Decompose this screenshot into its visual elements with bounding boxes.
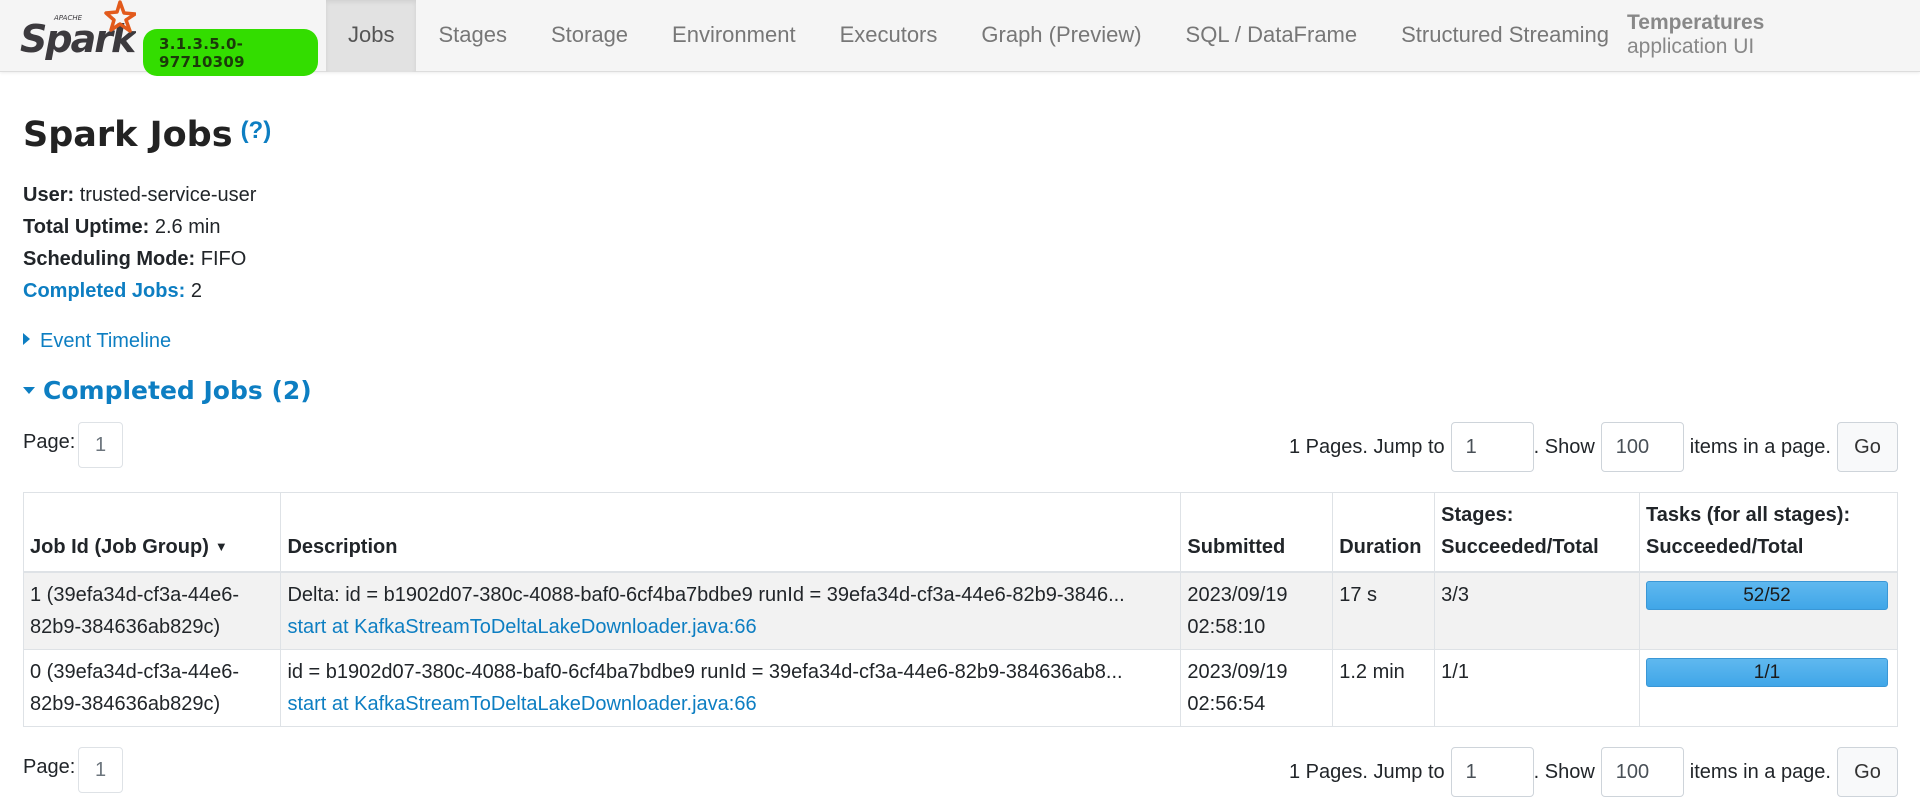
tab-storage[interactable]: Storage	[529, 0, 650, 72]
spark-logo-icon[interactable]: APACHE Spark	[18, 0, 136, 62]
tab-sql-dataframe[interactable]: SQL / DataFrame	[1164, 0, 1380, 72]
sort-desc-icon: ▼	[214, 539, 228, 554]
header-stages[interactable]: Stages: Succeeded/Total	[1434, 492, 1640, 573]
summary-scheduling-mode: Scheduling Mode: FIFO	[23, 248, 247, 270]
pager-bottom: Page: 1 1 Pages. Jump to 1 . Show 100 it…	[23, 747, 1898, 797]
jump-to-page-input[interactable]: 1	[1450, 747, 1534, 797]
app-subtitle: application UI	[1627, 35, 1755, 58]
help-link[interactable]: (?)	[241, 117, 272, 144]
page-size-input[interactable]: 100	[1600, 422, 1684, 472]
cell-submitted: 2023/09/19 02:58:10	[1180, 571, 1334, 650]
pages-text: 1 Pages. Jump to	[1288, 435, 1445, 458]
summary-completed-jobs: Completed Jobs: 2	[23, 280, 202, 302]
cell-tasks: 1/1	[1638, 648, 1899, 727]
cell-job-id: 1 (39efa34d-cf3a-44e6-82b9-384636ab829c)	[22, 571, 282, 650]
show-text: . Show	[1533, 435, 1595, 458]
top-navbar: APACHE Spark 3.1.3.5.0-97710309 Jobs Sta…	[0, 0, 1920, 76]
spark-brand[interactable]: APACHE Spark 3.1.3.5.0-97710309	[18, 0, 318, 76]
tab-structured-streaming[interactable]: Structured Streaming	[1379, 0, 1631, 72]
page-title: Spark Jobs	[23, 115, 233, 155]
summary-user: User: trusted-service-user	[23, 184, 257, 206]
page-number-button[interactable]: 1	[78, 747, 123, 793]
cell-submitted: 2023/09/19 02:56:54	[1180, 648, 1334, 727]
table-row: 1 (39efa34d-cf3a-44e6-82b9-384636ab829c)…	[22, 571, 1899, 650]
job-detail-link[interactable]: start at KafkaStreamToDeltaLakeDownloade…	[287, 693, 756, 715]
tab-graph-preview[interactable]: Graph (Preview)	[959, 0, 1163, 72]
cell-description: Delta: id = b1902d07-380c-4088-baf0-6cf4…	[280, 571, 1182, 650]
nav-tabs: Jobs Stages Storage Environment Executor…	[326, 0, 1631, 72]
header-job-id[interactable]: Job Id (Job Group) ▼	[22, 492, 282, 573]
cell-stages: 1/1	[1434, 648, 1640, 727]
summary-uptime: Total Uptime: 2.6 min	[23, 216, 221, 238]
tab-environment[interactable]: Environment	[650, 0, 818, 72]
job-detail-link[interactable]: start at KafkaStreamToDeltaLakeDownloade…	[287, 616, 756, 638]
show-text: . Show	[1533, 760, 1595, 783]
page-label: Page:	[23, 756, 76, 778]
pager-top: Page: 1 1 Pages. Jump to 1 . Show 100 it…	[23, 422, 1898, 472]
cell-duration: 17 s	[1332, 571, 1436, 650]
completed-jobs-link[interactable]: Completed Jobs:	[23, 280, 185, 302]
tab-jobs[interactable]: Jobs	[326, 0, 417, 72]
pager-controls: 1 Pages. Jump to 1 . Show 100 items in a…	[1289, 747, 1898, 797]
pages-text: 1 Pages. Jump to	[1288, 760, 1445, 783]
job-summary: User: trusted-service-user Total Uptime:…	[23, 179, 256, 307]
tab-stages[interactable]: Stages	[416, 0, 529, 72]
event-timeline-toggle[interactable]: Event Timeline	[23, 330, 171, 353]
description-text: id = b1902d07-380c-4088-baf0-6cf4ba7bdbe…	[287, 660, 1123, 683]
pager-controls: 1 Pages. Jump to 1 . Show 100 items in a…	[1289, 422, 1898, 472]
app-title: Temperatures	[1627, 11, 1765, 34]
tab-executors[interactable]: Executors	[818, 0, 960, 72]
table-header-row: Job Id (Job Group) ▼ Description Submitte…	[22, 492, 1899, 573]
caret-right-icon	[23, 333, 30, 345]
cell-duration: 1.2 min	[1332, 648, 1436, 727]
items-text: items in a page.	[1689, 760, 1831, 783]
cell-job-id: 0 (39efa34d-cf3a-44e6-82b9-384636ab829c)	[22, 648, 282, 727]
table-row: 0 (39efa34d-cf3a-44e6-82b9-384636ab829c)…	[22, 648, 1899, 727]
page-label: Page:	[23, 431, 76, 453]
description-text: Delta: id = b1902d07-380c-4088-baf0-6cf4…	[287, 584, 1125, 606]
cell-tasks: 52/52	[1638, 571, 1899, 650]
page-number-button[interactable]: 1	[78, 422, 123, 468]
go-button[interactable]: Go	[1837, 422, 1898, 472]
go-button[interactable]: Go	[1837, 747, 1898, 797]
cell-stages: 3/3	[1434, 571, 1640, 650]
tasks-progress-bar: 1/1	[1645, 657, 1888, 687]
header-submitted[interactable]: Submitted	[1180, 492, 1334, 573]
tasks-progress-bar: 52/52	[1645, 581, 1888, 610]
completed-jobs-toggle[interactable]: Completed Jobs (2)	[23, 376, 312, 405]
header-tasks[interactable]: Tasks (for all stages): Succeeded/Total	[1638, 492, 1899, 573]
page-size-input[interactable]: 100	[1600, 747, 1684, 797]
items-text: items in a page.	[1689, 435, 1831, 458]
version-badge: 3.1.3.5.0-97710309	[143, 29, 318, 76]
completed-jobs-table: Job Id (Job Group) ▼ Description Submitte…	[22, 492, 1899, 727]
application-name: Temperatures application UI	[1627, 11, 1764, 59]
cell-description: id = b1902d07-380c-4088-baf0-6cf4ba7bdbe…	[280, 648, 1182, 727]
header-description[interactable]: Description	[280, 492, 1182, 573]
header-duration[interactable]: Duration	[1332, 492, 1436, 573]
caret-down-icon	[23, 387, 35, 394]
jump-to-page-input[interactable]: 1	[1450, 422, 1534, 472]
page-header: Spark Jobs (?)	[23, 115, 271, 155]
